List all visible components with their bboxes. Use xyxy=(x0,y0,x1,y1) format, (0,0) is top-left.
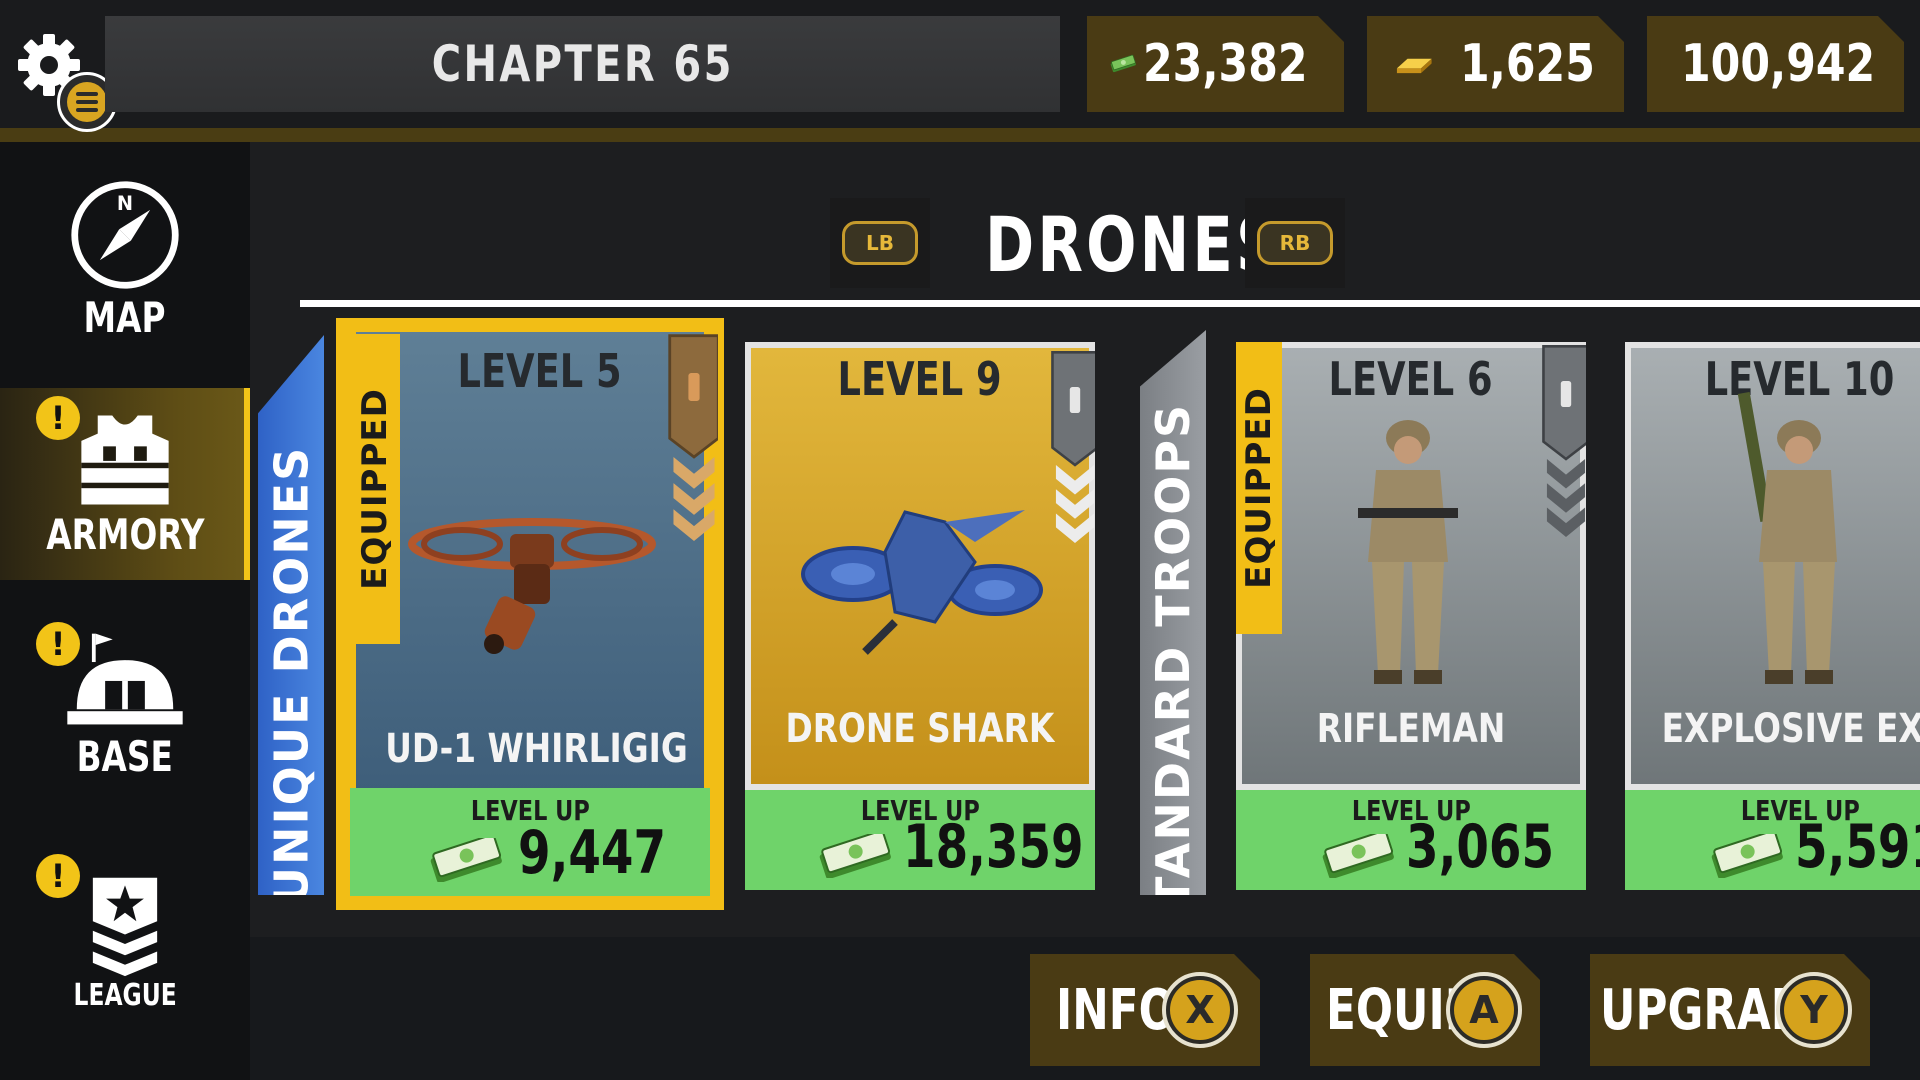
prev-tab-button[interactable]: LB xyxy=(830,198,930,288)
cash-counter: 23,382 xyxy=(1087,16,1344,112)
card-name: RIFLEMAN xyxy=(1316,706,1506,752)
equipped-label: EQUIPPED xyxy=(1239,387,1279,589)
compass-icon: N xyxy=(71,181,179,289)
bunker-icon xyxy=(67,633,183,725)
info-button[interactable]: INFO X xyxy=(1030,954,1260,1066)
rank-chevron-icon xyxy=(1542,345,1586,537)
level-up-cost: 9,447 xyxy=(518,818,667,888)
nuts-value: 100,942 xyxy=(1681,34,1876,94)
rank-badge-icon xyxy=(92,877,158,977)
group-label-unique-drones: UNIQUE DRONES xyxy=(258,335,324,895)
gold-counter: 1,625 xyxy=(1367,16,1624,112)
level-up-button[interactable]: LEVEL UP 9,447 xyxy=(350,788,710,896)
level-up-button[interactable]: LEVEL UP 3,065 xyxy=(1236,790,1586,890)
alert-badge: ! xyxy=(36,622,80,666)
nuts-counter: 100,942 xyxy=(1647,16,1904,112)
level-up-button[interactable]: LEVEL UP 5,591 xyxy=(1625,790,1920,890)
group-label-standard-troops: STANDARD TROOPS xyxy=(1140,330,1206,895)
card-name: EXPLOSIVE EXPER xyxy=(1661,706,1920,752)
unit-card-ud1-whirligig[interactable]: EQUIPPED LEVEL 5 UD-1 WHIRLIGIG LEVEL UP… xyxy=(336,318,724,910)
cash-icon xyxy=(1711,834,1783,878)
rank-chevron-icon xyxy=(1051,351,1095,543)
cash-icon xyxy=(819,834,891,878)
sidebar-item-league[interactable]: ! LEAGUE xyxy=(0,854,250,1064)
group-label-text: STANDARD TROOPS xyxy=(1146,402,1201,943)
chapter-title: CHAPTER 65 xyxy=(431,35,734,93)
card-level: LEVEL 6 xyxy=(1328,352,1494,406)
vest-icon xyxy=(81,415,169,505)
unit-card-rifleman[interactable]: EQUIPPED LEVEL 6 RIFLEMAN LEVEL UP 3,065 xyxy=(1236,342,1586,890)
sidebar-item-base[interactable]: ! BASE xyxy=(0,622,250,822)
alert-badge: ! xyxy=(36,854,80,898)
svg-text:N: N xyxy=(117,192,133,215)
level-up-cost: 5,591 xyxy=(1795,812,1920,882)
a-button-icon: A xyxy=(1446,972,1522,1048)
level-up-cost: 3,065 xyxy=(1406,812,1555,882)
sidebar-item-map[interactable]: N MAP xyxy=(0,177,250,377)
rank-chevron-icon xyxy=(668,334,718,541)
info-label: INFO xyxy=(1056,977,1176,1043)
sidebar-item-armory[interactable]: ! ARMORY xyxy=(0,388,272,580)
unit-card-explosive-expert[interactable]: LEVEL 10 EXPLOSIVE EXPER LEVEL UP 5,591 xyxy=(1625,342,1920,890)
y-button-icon: Y xyxy=(1776,972,1852,1048)
level-up-button[interactable]: LEVEL UP 18,359 xyxy=(745,790,1095,890)
section-title: DRONES xyxy=(985,200,1282,289)
group-label-text: UNIQUE DRONES xyxy=(264,445,318,905)
cash-value: 23,382 xyxy=(1143,34,1308,94)
title-divider xyxy=(300,300,1920,307)
level-up-cost: 18,359 xyxy=(903,812,1084,882)
whirligig-drone-image xyxy=(408,518,656,654)
cash-icon xyxy=(430,838,502,882)
upgrade-button[interactable]: UPGRADE Y xyxy=(1590,954,1870,1066)
next-tab-button[interactable]: RB xyxy=(1245,198,1345,288)
sidebar-item-label: MAP xyxy=(84,293,166,342)
unit-card-drone-shark[interactable]: LEVEL 9 DRONE SHARK LEVEL UP 18,359 xyxy=(745,342,1095,890)
equip-button[interactable]: EQUIP A xyxy=(1310,954,1540,1066)
gold-bar-icon xyxy=(1396,58,1432,74)
rb-bumper-icon: RB xyxy=(1257,221,1333,265)
chapter-banner: CHAPTER 65 xyxy=(105,16,1060,112)
card-level: LEVEL 5 xyxy=(457,344,623,398)
gold-value: 1,625 xyxy=(1459,34,1595,94)
explosive-expert-image xyxy=(1737,392,1837,684)
sidebar-item-label: BASE xyxy=(76,732,174,781)
drone-shark-image xyxy=(801,510,1043,655)
alert-badge: ! xyxy=(36,396,80,440)
sidebar-item-label: ARMORY xyxy=(45,510,205,559)
equipped-label: EQUIPPED xyxy=(355,388,395,590)
card-name: UD-1 WHIRLIGIG xyxy=(385,726,688,772)
cash-icon xyxy=(1322,834,1394,878)
lb-bumper-icon: LB xyxy=(842,221,918,265)
top-bar-divider xyxy=(0,128,1920,142)
sidebar-item-label: LEAGUE xyxy=(73,978,177,1013)
cash-icon xyxy=(1110,54,1136,73)
card-name: DRONE SHARK xyxy=(785,706,1055,752)
card-level: LEVEL 9 xyxy=(837,352,1003,406)
x-button-icon: X xyxy=(1162,972,1238,1048)
sidebar: N MAP ! ARMORY ! BASE ! LEAGUE xyxy=(0,142,272,1080)
hamburger-icon xyxy=(67,82,107,122)
rifleman-image xyxy=(1358,420,1458,684)
